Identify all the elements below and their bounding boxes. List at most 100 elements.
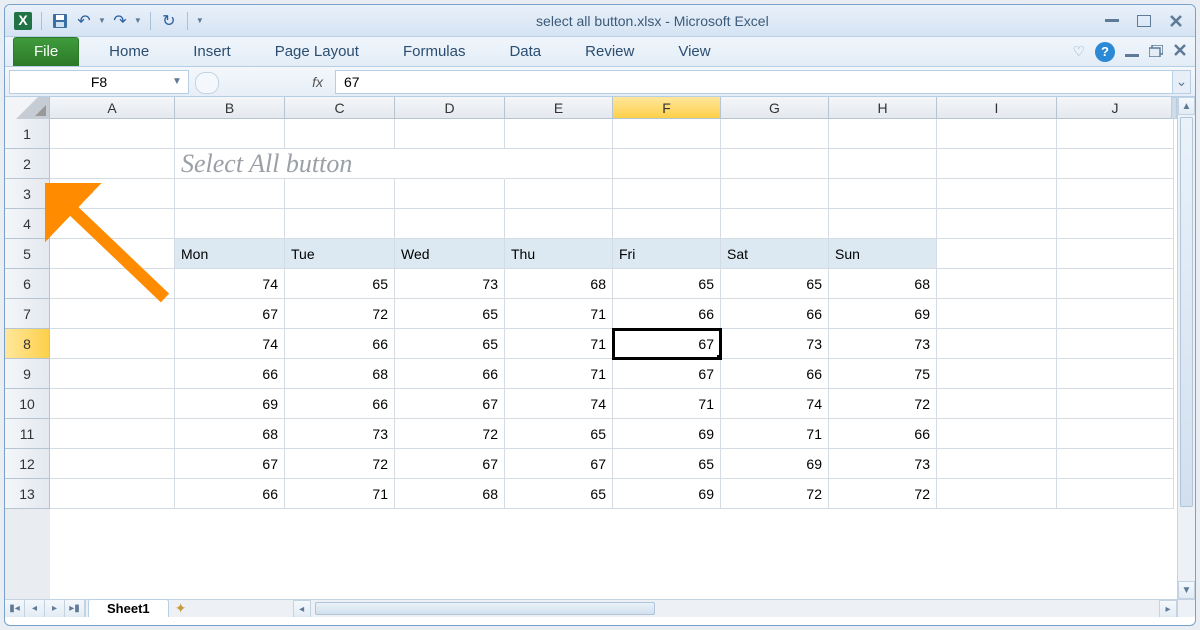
cell[interactable]: 69	[175, 389, 285, 419]
cell[interactable]: 68	[395, 479, 505, 509]
cell[interactable]	[1057, 389, 1174, 419]
help-icon[interactable]: ?	[1095, 42, 1115, 62]
cell[interactable]: 71	[505, 329, 613, 359]
cell[interactable]	[937, 359, 1057, 389]
cell[interactable]: 69	[829, 299, 937, 329]
cell[interactable]	[1057, 299, 1174, 329]
cell[interactable]: 66	[285, 389, 395, 419]
sheet-nav-first-icon[interactable]: ▮◂	[5, 600, 25, 617]
cell[interactable]	[285, 119, 395, 149]
cell[interactable]	[829, 149, 937, 179]
ribbon-tab-home[interactable]: Home	[87, 37, 171, 66]
cell[interactable]	[50, 329, 175, 359]
minimize-icon[interactable]	[1101, 13, 1123, 29]
cell[interactable]: 65	[395, 329, 505, 359]
cell[interactable]: Thu	[505, 239, 613, 269]
name-box[interactable]: F8 ▼	[9, 70, 189, 94]
cell[interactable]	[50, 149, 175, 179]
col-header-A[interactable]: A	[50, 97, 175, 118]
cell[interactable]: 66	[613, 299, 721, 329]
scroll-right-icon[interactable]: ▸	[1159, 600, 1177, 617]
cell[interactable]	[50, 209, 175, 239]
cell[interactable]: 67	[613, 329, 721, 359]
ribbon-tab-review[interactable]: Review	[563, 37, 656, 66]
cell[interactable]: 65	[285, 269, 395, 299]
cell[interactable]	[395, 119, 505, 149]
col-header-E[interactable]: E	[505, 97, 613, 118]
h-scroll-thumb[interactable]	[315, 602, 655, 615]
cell[interactable]	[937, 449, 1057, 479]
cell[interactable]: 65	[395, 299, 505, 329]
cell[interactable]	[1057, 479, 1174, 509]
col-header-J[interactable]: J	[1057, 97, 1174, 118]
cell[interactable]	[829, 119, 937, 149]
row-header-7[interactable]: 7	[5, 299, 50, 329]
cell[interactable]	[1057, 179, 1174, 209]
sheet-nav-prev-icon[interactable]: ◂	[25, 600, 45, 617]
cell[interactable]	[50, 419, 175, 449]
fx-icon[interactable]: fx	[312, 74, 323, 90]
cell[interactable]	[50, 119, 175, 149]
cell[interactable]: 74	[505, 389, 613, 419]
cell[interactable]	[613, 149, 721, 179]
cell[interactable]: 74	[175, 269, 285, 299]
cell[interactable]	[285, 209, 395, 239]
cell[interactable]	[1057, 359, 1174, 389]
cell[interactable]: 73	[285, 419, 395, 449]
name-box-dropdown-icon[interactable]: ▼	[168, 73, 186, 91]
cell[interactable]: Sat	[721, 239, 829, 269]
cell[interactable]: 73	[829, 329, 937, 359]
cell[interactable]: 71	[721, 419, 829, 449]
cell[interactable]	[1057, 209, 1174, 239]
scroll-down-icon[interactable]: ▼	[1178, 581, 1195, 599]
cell[interactable]: 68	[285, 359, 395, 389]
cell[interactable]: 67	[505, 449, 613, 479]
cell[interactable]: 68	[175, 419, 285, 449]
cell[interactable]: 66	[721, 299, 829, 329]
cell[interactable]: 67	[613, 359, 721, 389]
cell[interactable]: 66	[175, 359, 285, 389]
cell[interactable]: 65	[613, 269, 721, 299]
qat-customize-icon[interactable]: ▼	[196, 16, 204, 25]
cells-area[interactable]: Select All buttonMonTueWedThuFriSatSun74…	[50, 119, 1177, 599]
cell[interactable]: 74	[175, 329, 285, 359]
scroll-left-icon[interactable]: ◂	[293, 600, 311, 617]
cell[interactable]	[721, 149, 829, 179]
row-header-12[interactable]: 12	[5, 449, 50, 479]
cell[interactable]	[937, 209, 1057, 239]
cell[interactable]	[937, 119, 1057, 149]
cell[interactable]	[50, 449, 175, 479]
cell[interactable]: 73	[395, 269, 505, 299]
cell[interactable]	[505, 149, 613, 179]
cell[interactable]: 69	[613, 479, 721, 509]
cell[interactable]: 65	[721, 269, 829, 299]
maximize-icon[interactable]	[1133, 13, 1155, 29]
formula-input[interactable]: 67	[335, 70, 1173, 94]
cell[interactable]	[50, 479, 175, 509]
col-header-F[interactable]: F	[613, 97, 721, 118]
undo-icon[interactable]: ↶	[74, 11, 94, 31]
row-header-3[interactable]: 3	[5, 179, 50, 209]
scroll-up-icon[interactable]: ▲	[1178, 97, 1195, 115]
expand-formula-bar-icon[interactable]: ⌄	[1173, 70, 1191, 94]
cell[interactable]	[285, 179, 395, 209]
col-header-C[interactable]: C	[285, 97, 395, 118]
cell[interactable]	[175, 209, 285, 239]
cell[interactable]	[937, 329, 1057, 359]
cell[interactable]	[50, 359, 175, 389]
ribbon-tab-formulas[interactable]: Formulas	[381, 37, 488, 66]
vertical-scrollbar[interactable]: ▲ ▼	[1177, 97, 1195, 599]
save-icon[interactable]	[50, 11, 70, 31]
sheet-tab[interactable]: Sheet1	[88, 599, 169, 617]
cell[interactable]: 72	[395, 419, 505, 449]
cell[interactable]	[937, 179, 1057, 209]
cell[interactable]	[175, 179, 285, 209]
sheet-nav-next-icon[interactable]: ▸	[45, 600, 65, 617]
col-header-H[interactable]: H	[829, 97, 937, 118]
row-header-6[interactable]: 6	[5, 269, 50, 299]
cell[interactable]: 66	[285, 329, 395, 359]
ribbon-file-tab[interactable]: File	[13, 37, 79, 66]
cell[interactable]	[937, 479, 1057, 509]
ribbon-tab-data[interactable]: Data	[487, 37, 563, 66]
cell[interactable]: 67	[175, 449, 285, 479]
